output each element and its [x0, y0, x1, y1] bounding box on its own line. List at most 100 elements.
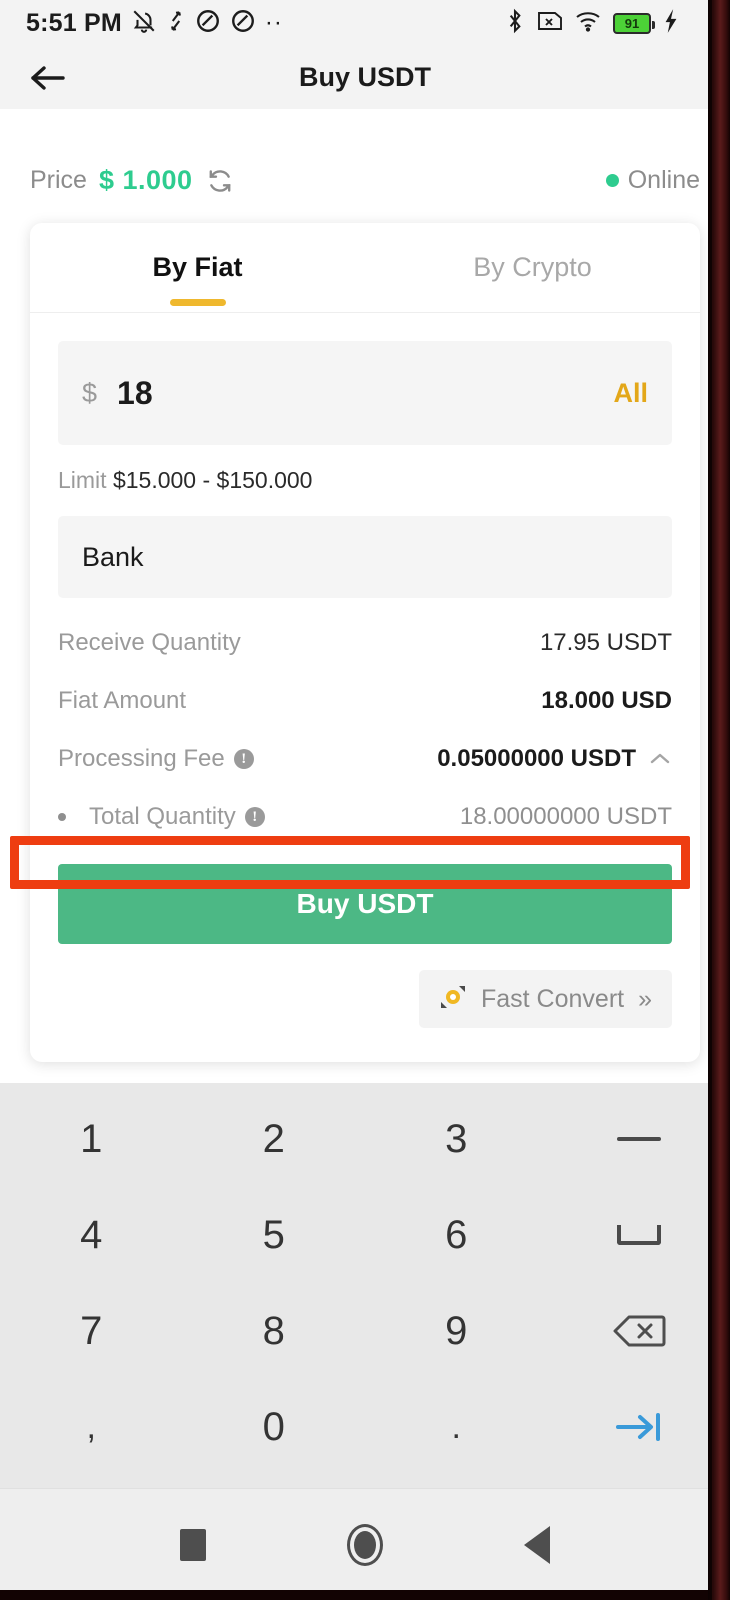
amount-input-value: 18: [117, 375, 153, 412]
buy-usdt-button[interactable]: Buy USDT: [58, 864, 672, 944]
total-quantity-label-wrap: Total Quantity !: [58, 803, 265, 831]
keypad-row: 1 2 3: [0, 1091, 730, 1187]
limit-row: Limit $15.000 - $150.000: [58, 467, 672, 494]
no-sim-icon: [537, 9, 563, 38]
amount-input-field[interactable]: $ 18 All: [58, 341, 672, 445]
minus-key-icon: [617, 1137, 661, 1141]
all-button[interactable]: All: [613, 378, 648, 409]
keypad-row: 7 8 9: [0, 1283, 730, 1379]
buy-card: By Fiat By Crypto $ 18 All Limit $15.000…: [30, 223, 700, 1062]
bullet-icon: [58, 813, 66, 821]
price-value: $ 1.000: [99, 165, 193, 196]
key-1[interactable]: 1: [0, 1091, 183, 1187]
total-quantity-label: Total Quantity: [89, 803, 236, 831]
buy-usdt-button-label: Buy USDT: [297, 888, 434, 920]
android-nav-bar: [0, 1488, 730, 1600]
limit-label: Limit: [58, 467, 107, 493]
keypad-row: , 0 .: [0, 1379, 730, 1475]
price-row: Price $ 1.000 Online: [30, 109, 700, 196]
refresh-icon[interactable]: [207, 168, 233, 194]
main-content: Price $ 1.000 Online By Fiat By Crypto: [0, 109, 730, 1083]
chevron-up-icon[interactable]: [648, 751, 672, 767]
receive-quantity-row: Receive Quantity 17.95 USDT: [58, 618, 672, 668]
status-bar: 5:51 PM: [0, 0, 730, 46]
tab-bar: By Fiat By Crypto: [30, 223, 700, 313]
key-8[interactable]: 8: [183, 1283, 366, 1379]
status-bar-left: 5:51 PM: [26, 8, 283, 39]
fiat-amount-row: Fiat Amount 18.000 USD: [58, 676, 672, 726]
key-space[interactable]: [548, 1187, 730, 1283]
fiat-amount-value: 18.000 USD: [541, 687, 672, 715]
processing-fee-value: 0.05000000 USDT: [437, 745, 636, 773]
backspace-icon: [612, 1312, 666, 1350]
overflow-dots-icon: ··: [265, 18, 283, 28]
status-bar-right: 91: [504, 8, 714, 39]
space-key-icon: [617, 1225, 661, 1245]
fast-convert-wrap: Fast Convert »: [58, 970, 672, 1028]
info-icon[interactable]: !: [234, 749, 254, 769]
convert-coin-icon: [439, 983, 467, 1016]
info-icon[interactable]: !: [245, 807, 265, 827]
total-quantity-row: Total Quantity ! 18.00000000 USDT: [58, 792, 672, 842]
bluetooth-icon: [504, 8, 526, 39]
online-status: Online: [606, 166, 700, 195]
key-4[interactable]: 4: [0, 1187, 183, 1283]
tab-by-crypto[interactable]: By Crypto: [365, 223, 700, 312]
mute-bell-icon: [131, 8, 157, 39]
processing-fee-label-wrap: Processing Fee !: [58, 745, 254, 773]
wifi-icon: [574, 9, 602, 38]
key-next-field[interactable]: [548, 1379, 730, 1475]
total-quantity-value: 18.00000000 USDT: [460, 803, 672, 831]
key-7[interactable]: 7: [0, 1283, 183, 1379]
key-3[interactable]: 3: [365, 1091, 548, 1187]
processing-fee-label: Processing Fee: [58, 745, 225, 773]
double-chevron-right-icon: »: [638, 985, 652, 1014]
charging-bolt-icon: [662, 8, 680, 39]
dnd-icon: [195, 8, 221, 39]
fiat-amount-label: Fiat Amount: [58, 687, 186, 715]
keypad-row: 4 5 6: [0, 1187, 730, 1283]
back-triangle-icon[interactable]: [524, 1526, 550, 1564]
dnd-icon: [230, 8, 256, 39]
page-title: Buy USDT: [0, 62, 730, 93]
fast-convert-label: Fast Convert: [481, 985, 624, 1014]
receive-quantity-value: 17.95 USDT: [540, 629, 672, 657]
card-body: $ 18 All Limit $15.000 - $150.000 Bank R…: [30, 313, 700, 1062]
key-minus[interactable]: [548, 1091, 730, 1187]
tab-by-crypto-label: By Crypto: [473, 252, 592, 283]
price-label: Price: [30, 166, 87, 195]
online-status-dot: [606, 174, 619, 187]
key-5[interactable]: 5: [183, 1187, 366, 1283]
home-circle-icon[interactable]: [347, 1524, 383, 1566]
tab-by-fiat-label: By Fiat: [152, 252, 242, 283]
back-arrow-icon: [27, 63, 67, 93]
sync-icon: [166, 8, 186, 39]
online-status-label: Online: [628, 166, 700, 195]
key-comma[interactable]: ,: [0, 1379, 183, 1475]
bottom-bezel: [0, 1590, 730, 1600]
key-period[interactable]: .: [365, 1379, 548, 1475]
numeric-keypad: 1 2 3 4 5 6 7 8 9 , 0 .: [0, 1083, 730, 1488]
key-9[interactable]: 9: [365, 1283, 548, 1379]
processing-fee-value-wrap: 0.05000000 USDT: [437, 745, 672, 773]
app-bar: Buy USDT: [0, 46, 730, 109]
status-time: 5:51 PM: [26, 9, 122, 38]
back-button[interactable]: [24, 55, 70, 101]
payment-method-field[interactable]: Bank: [58, 516, 672, 598]
next-field-icon: [612, 1411, 666, 1443]
phone-screen: 5:51 PM: [0, 0, 730, 1600]
screen-edge-strip: [708, 0, 730, 1600]
tab-by-fiat[interactable]: By Fiat: [30, 223, 365, 312]
key-6[interactable]: 6: [365, 1187, 548, 1283]
limit-value: $15.000 - $150.000: [113, 467, 313, 493]
recents-square-icon[interactable]: [180, 1529, 206, 1561]
currency-symbol: $: [82, 378, 97, 409]
processing-fee-row[interactable]: Processing Fee ! 0.05000000 USDT: [58, 734, 672, 784]
receive-quantity-label: Receive Quantity: [58, 629, 241, 657]
payment-method-value: Bank: [82, 542, 144, 573]
battery-level: 91: [625, 17, 639, 30]
key-0[interactable]: 0: [183, 1379, 366, 1475]
key-2[interactable]: 2: [183, 1091, 366, 1187]
key-backspace[interactable]: [548, 1283, 730, 1379]
fast-convert-button[interactable]: Fast Convert »: [419, 970, 672, 1028]
